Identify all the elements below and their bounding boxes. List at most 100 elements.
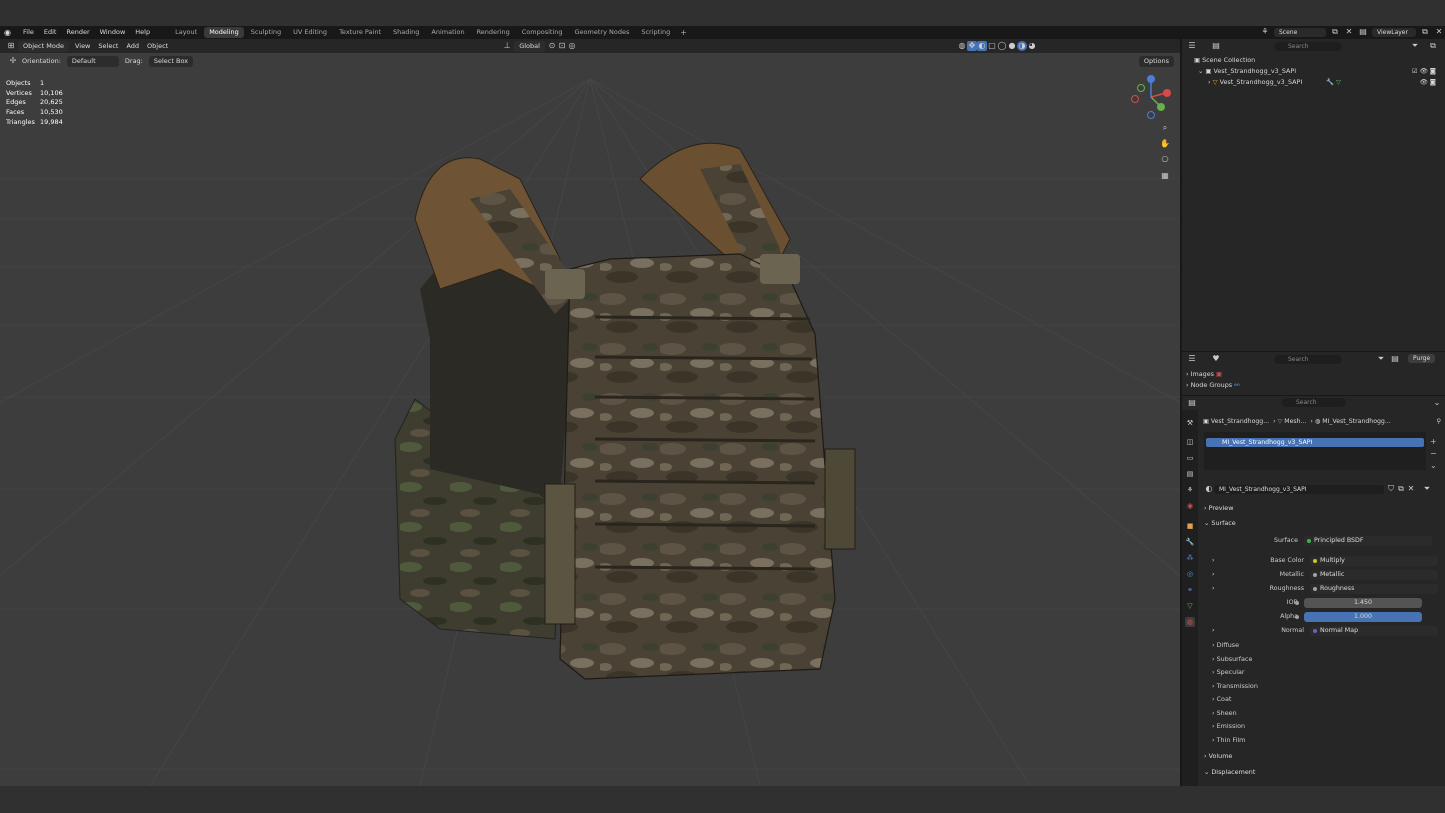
- overlay-toggle-icon[interactable]: ◐: [976, 41, 987, 51]
- surface-shader-field[interactable]: Principled BSDF: [1304, 535, 1432, 546]
- expand-icon[interactable]: ›: [1200, 585, 1232, 592]
- tab-modeling[interactable]: Modeling: [204, 27, 244, 38]
- visibility-eye-icon[interactable]: ☑ 👁 ◙: [1412, 67, 1436, 75]
- tab-modifier-icon[interactable]: 🔧: [1185, 537, 1195, 547]
- editor-type-icon[interactable]: ☰: [1187, 354, 1197, 364]
- perspective-toggle-icon[interactable]: ▦: [1160, 171, 1170, 181]
- purge-button[interactable]: Purge: [1408, 354, 1436, 363]
- menu-edit[interactable]: Edit: [39, 26, 62, 39]
- tab-tool-icon[interactable]: ⚒: [1185, 418, 1195, 428]
- subpanel-sheen[interactable]: › Sheen: [1212, 707, 1237, 719]
- move-tool-icon[interactable]: ✢: [8, 56, 18, 66]
- tab-data-icon[interactable]: ▽: [1185, 601, 1195, 611]
- tab-animation[interactable]: Animation: [426, 27, 469, 38]
- expand-icon[interactable]: ›: [1208, 78, 1211, 86]
- menu-select[interactable]: Select: [94, 40, 122, 52]
- expand-icon[interactable]: ›: [1200, 627, 1232, 634]
- proportional-edit-icon[interactable]: ◎: [567, 41, 577, 51]
- unlink-icon[interactable]: ✕: [1406, 484, 1416, 494]
- blender-logo-icon[interactable]: ◉: [4, 28, 14, 37]
- material-browse-icon[interactable]: ◐: [1204, 484, 1214, 494]
- tab-scene-icon[interactable]: ⚘: [1185, 485, 1195, 495]
- tab-particles-icon[interactable]: ⁂: [1185, 553, 1195, 563]
- ior-slider[interactable]: 1.450: [1295, 597, 1422, 608]
- alpha-slider[interactable]: 1.000: [1295, 611, 1422, 622]
- outliner-search-input[interactable]: Search: [1274, 42, 1342, 51]
- menu-window[interactable]: Window: [95, 26, 131, 39]
- menu-object[interactable]: Object: [143, 40, 172, 52]
- tab-physics-icon[interactable]: ◎: [1185, 569, 1195, 579]
- 3d-viewport[interactable]: [0, 39, 1180, 786]
- expand-icon[interactable]: ›: [1186, 381, 1189, 389]
- tab-view-layer-icon[interactable]: ▤: [1185, 469, 1195, 479]
- mode-dropdown[interactable]: Object Mode: [18, 40, 69, 52]
- view-layer-icon[interactable]: ▤: [1358, 27, 1368, 37]
- volume-section[interactable]: › Volume: [1204, 750, 1232, 762]
- display-mode-icon[interactable]: ♥: [1211, 354, 1221, 364]
- browse-filter-icon[interactable]: ⏷: [1422, 484, 1432, 494]
- scene-field[interactable]: Scene: [1274, 27, 1326, 37]
- outliner-editor-icon[interactable]: ☰: [1187, 41, 1197, 51]
- pin-icon[interactable]: ⚲: [1436, 418, 1441, 425]
- duplicate-icon[interactable]: ⧉: [1396, 484, 1406, 494]
- tab-geometry-nodes[interactable]: Geometry Nodes: [570, 27, 635, 38]
- menu-add[interactable]: Add: [122, 40, 143, 52]
- scene-icon[interactable]: ⚘: [1260, 27, 1270, 37]
- visibility-eye-icon[interactable]: 👁 ◙: [1420, 78, 1436, 86]
- scene-collection-row[interactable]: ▣ Scene Collection: [1194, 56, 1255, 64]
- normal-field[interactable]: Normal Map: [1310, 625, 1438, 636]
- display-mode-icon[interactable]: ▤: [1211, 41, 1221, 51]
- menu-help[interactable]: Help: [130, 26, 155, 39]
- editor-type-icon[interactable]: ⊞: [6, 41, 16, 51]
- subpanel-emission[interactable]: › Emission: [1212, 720, 1245, 732]
- tab-rendering[interactable]: Rendering: [472, 27, 515, 38]
- tab-uv-editing[interactable]: UV Editing: [288, 27, 332, 38]
- drag-dropdown[interactable]: Select Box: [148, 55, 194, 67]
- expand-icon[interactable]: ›: [1200, 557, 1232, 564]
- transform-orientation-dropdown[interactable]: Global: [514, 40, 545, 52]
- filter-icon[interactable]: ⏷: [1410, 41, 1420, 51]
- remove-slot-icon[interactable]: −: [1430, 448, 1437, 460]
- expand-icon[interactable]: ›: [1186, 370, 1189, 378]
- surface-section[interactable]: ⌄ Surface: [1204, 517, 1236, 529]
- tab-world-icon[interactable]: ◉: [1185, 501, 1195, 511]
- orientation-dropdown[interactable]: Default: [66, 55, 119, 67]
- camera-view-icon[interactable]: ⎔: [1160, 155, 1170, 165]
- filter-icon[interactable]: ⏷: [1376, 354, 1386, 364]
- menu-view[interactable]: View: [71, 40, 94, 52]
- material-name-field[interactable]: MI_Vest_Strandhogg_v3_SAPI: [1214, 484, 1384, 494]
- editor-type-icon[interactable]: ▤: [1187, 398, 1197, 408]
- tab-scripting[interactable]: Scripting: [636, 27, 675, 38]
- tab-render-icon[interactable]: ◫: [1185, 437, 1195, 447]
- subpanel-diffuse[interactable]: › Diffuse: [1212, 639, 1239, 651]
- view-layer-field[interactable]: ViewLayer: [1372, 27, 1416, 37]
- wireframe-shading-icon[interactable]: ◯: [997, 41, 1007, 51]
- add-workspace-icon[interactable]: +: [676, 28, 691, 37]
- material-slot-item[interactable]: MI_Vest_Strandhogg_v3_SAPI: [1206, 438, 1424, 447]
- material-shading-icon[interactable]: ◑: [1016, 41, 1027, 51]
- slot-menu-icon[interactable]: ⌄: [1430, 460, 1437, 472]
- expand-icon[interactable]: ⌄: [1198, 67, 1203, 75]
- tab-object-icon[interactable]: ■: [1185, 521, 1195, 531]
- new-scene-icon[interactable]: ⧉: [1330, 27, 1340, 37]
- subpanel-thin-film[interactable]: › Thin Film: [1212, 734, 1245, 746]
- subpanel-transmission[interactable]: › Transmission: [1212, 680, 1258, 692]
- chevron-down-icon[interactable]: ⌄: [1432, 398, 1442, 408]
- visibility-icon[interactable]: ◍: [957, 41, 967, 51]
- zoom-icon[interactable]: ⌕: [1160, 123, 1170, 133]
- metallic-field[interactable]: Metallic: [1310, 569, 1438, 580]
- tab-constraints-icon[interactable]: ⚭: [1185, 585, 1195, 595]
- delete-view-layer-icon[interactable]: ✕: [1434, 27, 1444, 37]
- preview-section[interactable]: › Preview: [1204, 502, 1233, 514]
- subpanel-coat[interactable]: › Coat: [1212, 693, 1231, 705]
- outliner-item[interactable]: ⌄ ▣ Vest_Strandhogg_v3_SAPI ☑ 👁 ◙: [1198, 67, 1438, 75]
- tab-layout[interactable]: Layout: [170, 27, 202, 38]
- pivot-icon[interactable]: ⊙: [547, 41, 557, 51]
- new-view-layer-icon[interactable]: ⧉: [1420, 27, 1430, 37]
- expand-icon[interactable]: ›: [1200, 571, 1232, 578]
- gizmo-toggle-icon[interactable]: ✥: [966, 41, 977, 51]
- tab-compositing[interactable]: Compositing: [517, 27, 568, 38]
- tab-shading[interactable]: Shading: [388, 27, 424, 38]
- add-slot-icon[interactable]: +: [1430, 436, 1437, 448]
- tab-sculpting[interactable]: Sculpting: [246, 27, 286, 38]
